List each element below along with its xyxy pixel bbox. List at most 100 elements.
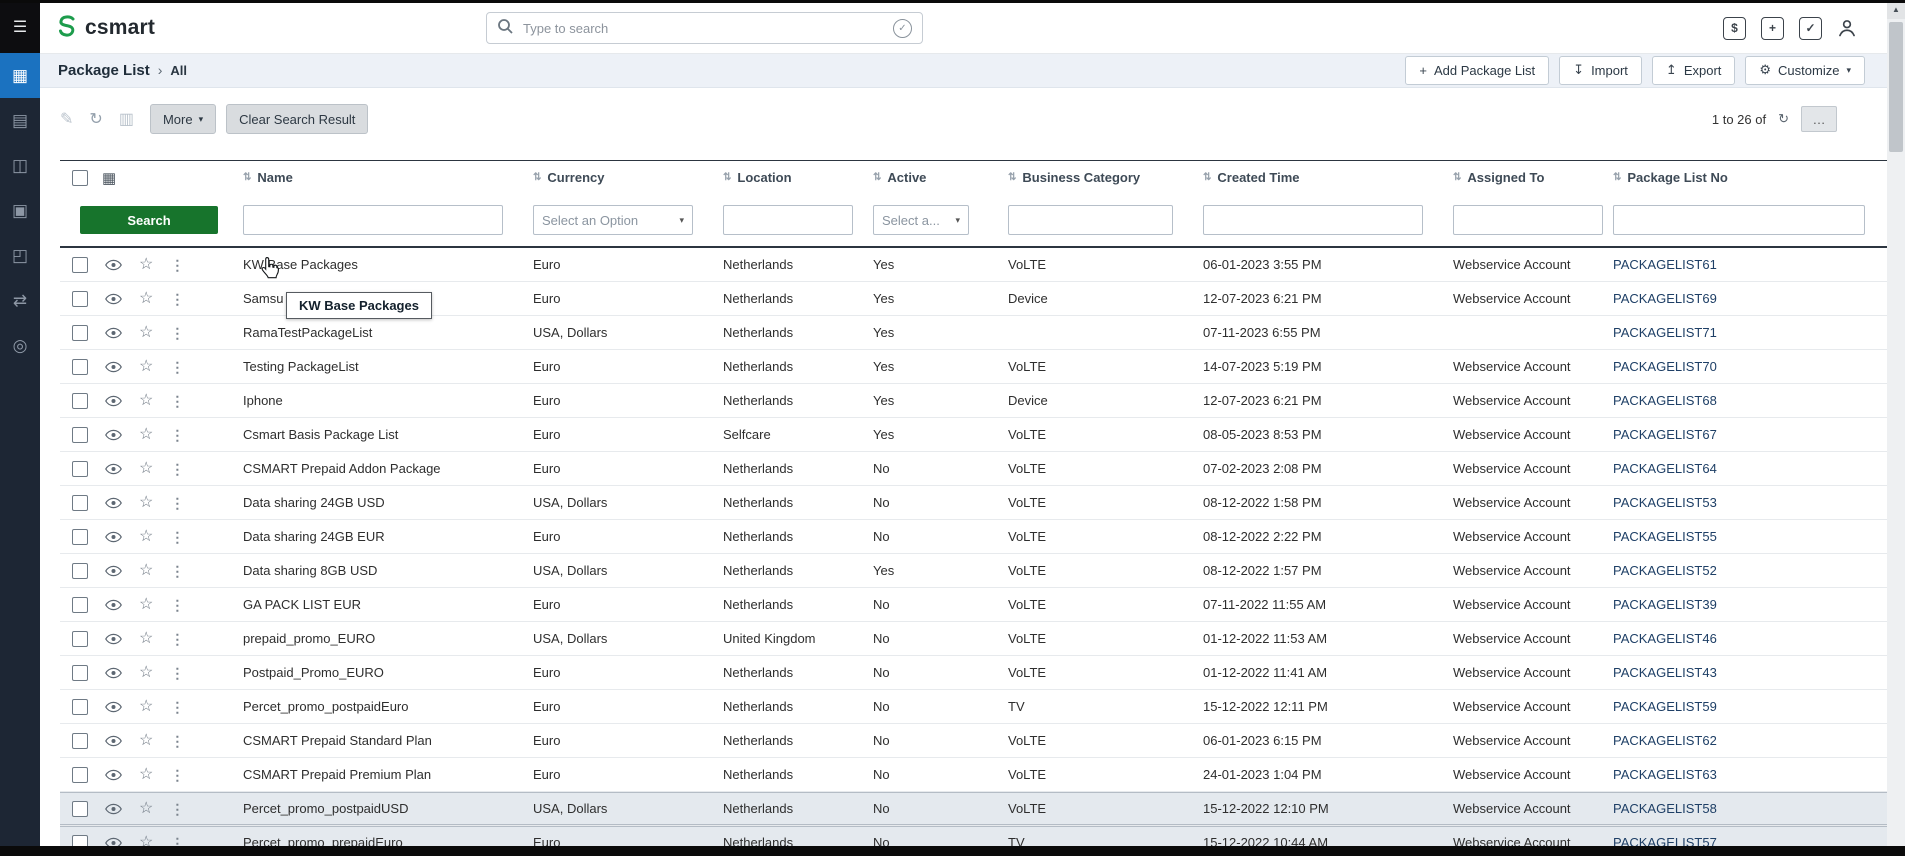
row-menu-icon[interactable]: ⋮ [170, 292, 184, 306]
view-icon[interactable] [105, 361, 122, 373]
hamburger-menu-button[interactable]: ☰ [0, 0, 40, 53]
table-row[interactable]: ☆ ⋮ Csmart Basis Package ListEuroSelfcar… [60, 418, 1887, 452]
search-scope-check-icon[interactable]: ✓ [893, 19, 912, 38]
user-profile-icon[interactable] [1837, 18, 1857, 38]
view-icon[interactable] [105, 497, 122, 509]
row-checkbox[interactable] [72, 767, 88, 783]
favorite-star-icon[interactable]: ☆ [139, 291, 153, 307]
column-header-business_category[interactable]: ⇅ Business Category [1000, 170, 1195, 185]
view-icon[interactable] [105, 735, 122, 747]
table-row[interactable]: ☆ ⋮ CSMART Prepaid Premium PlanEuroNethe… [60, 758, 1887, 792]
row-menu-icon[interactable]: ⋮ [170, 394, 184, 408]
favorite-star-icon[interactable]: ☆ [139, 597, 153, 613]
row-checkbox[interactable] [72, 631, 88, 647]
table-row[interactable]: ☆ ⋮ IphoneEuroNetherlandsYesDevice12-07-… [60, 384, 1887, 418]
panel-view-icon[interactable]: ▥ [119, 109, 134, 129]
row-checkbox[interactable] [72, 291, 88, 307]
row-menu-icon[interactable]: ⋮ [170, 836, 184, 847]
favorite-star-icon[interactable]: ☆ [139, 495, 153, 511]
more-button[interactable]: More ▾ [150, 104, 216, 134]
row-menu-icon[interactable]: ⋮ [170, 666, 184, 680]
row-checkbox[interactable] [72, 393, 88, 409]
filter-select-currency[interactable]: Select an Option ▾ [533, 205, 693, 235]
pagination-more-button[interactable]: … [1801, 106, 1837, 132]
cell-name[interactable]: Iphone [235, 393, 525, 408]
row-menu-icon[interactable]: ⋮ [170, 802, 184, 816]
sidebar-item-inventory[interactable]: ◫ [0, 143, 40, 188]
row-checkbox[interactable] [72, 461, 88, 477]
cell-name[interactable]: Data sharing 24GB USD [235, 495, 525, 510]
filter-input-package_list_no[interactable] [1613, 205, 1865, 235]
cell-name[interactable]: Percet_promo_postpaidUSD [235, 801, 525, 816]
table-row[interactable]: ☆ ⋮ KW Base PackagesEuroNetherlandsYesVo… [60, 248, 1887, 282]
favorite-star-icon[interactable]: ☆ [139, 665, 153, 681]
row-menu-icon[interactable]: ⋮ [170, 564, 184, 578]
sidebar-item-offers[interactable]: ▣ [0, 188, 40, 233]
grid-view-icon[interactable]: ▦ [102, 169, 116, 187]
favorite-star-icon[interactable]: ☆ [139, 563, 153, 579]
row-menu-icon[interactable]: ⋮ [170, 598, 184, 612]
row-menu-icon[interactable]: ⋮ [170, 326, 184, 340]
view-icon[interactable] [105, 667, 122, 679]
row-checkbox[interactable] [72, 495, 88, 511]
column-header-assigned_to[interactable]: ⇅ Assigned To [1445, 170, 1605, 185]
table-row[interactable]: ☆ ⋮ prepaid_promo_EUROUSA, DollarsUnited… [60, 622, 1887, 656]
row-checkbox[interactable] [72, 665, 88, 681]
view-icon[interactable] [105, 463, 122, 475]
view-icon[interactable] [105, 327, 122, 339]
favorite-star-icon[interactable]: ☆ [139, 835, 153, 847]
column-header-package_list_no[interactable]: ⇅ Package List No [1605, 170, 1887, 185]
table-row[interactable]: ☆ ⋮ Postpaid_Promo_EUROEuroNetherlandsNo… [60, 656, 1887, 690]
row-menu-icon[interactable]: ⋮ [170, 496, 184, 510]
row-checkbox[interactable] [72, 733, 88, 749]
tasks-icon[interactable]: ✓ [1799, 17, 1822, 40]
row-menu-icon[interactable]: ⋮ [170, 428, 184, 442]
favorite-star-icon[interactable]: ☆ [139, 733, 153, 749]
row-checkbox[interactable] [72, 801, 88, 817]
favorite-star-icon[interactable]: ☆ [139, 801, 153, 817]
view-icon[interactable] [105, 837, 122, 847]
favorite-star-icon[interactable]: ☆ [139, 529, 153, 545]
pagination-refresh-icon[interactable]: ↻ [1778, 111, 1789, 127]
favorite-star-icon[interactable]: ☆ [139, 427, 153, 443]
search-input[interactable] [521, 20, 885, 37]
row-menu-icon[interactable]: ⋮ [170, 462, 184, 476]
row-menu-icon[interactable]: ⋮ [170, 768, 184, 782]
cell-name[interactable]: Data sharing 24GB EUR [235, 529, 525, 544]
filter-select-active[interactable]: Select a... ▾ [873, 205, 969, 235]
vertical-scrollbar[interactable]: ▲ [1887, 0, 1905, 856]
add-package-list-button[interactable]: + Add Package List [1405, 56, 1549, 85]
edit-icon[interactable]: ✎ [60, 109, 73, 129]
row-checkbox[interactable] [72, 563, 88, 579]
filter-input-business_category[interactable] [1008, 205, 1173, 235]
column-header-active[interactable]: ⇅ Active [865, 170, 1000, 185]
table-row[interactable]: ☆ ⋮ Data sharing 24GB USDUSA, DollarsNet… [60, 486, 1887, 520]
sidebar-item-billing[interactable]: ▦ [0, 53, 40, 98]
row-checkbox[interactable] [72, 359, 88, 375]
favorite-star-icon[interactable]: ☆ [139, 393, 153, 409]
table-row[interactable]: ☆ ⋮ CSMART Prepaid Standard PlanEuroNeth… [60, 724, 1887, 758]
cell-name[interactable]: Testing PackageList [235, 359, 525, 374]
refresh-icon[interactable]: ↻ [89, 109, 102, 129]
table-row[interactable]: ☆ ⋮ Data sharing 24GB EUREuroNetherlands… [60, 520, 1887, 554]
cell-name[interactable]: RamaTestPackageList [235, 325, 525, 340]
view-icon[interactable] [105, 769, 122, 781]
view-icon[interactable] [105, 259, 122, 271]
view-icon[interactable] [105, 633, 122, 645]
scrollbar-thumb[interactable] [1889, 22, 1903, 152]
table-row[interactable]: ☆ ⋮ Testing PackageListEuroNetherlandsYe… [60, 350, 1887, 384]
view-icon[interactable] [105, 395, 122, 407]
cell-name[interactable]: Postpaid_Promo_EURO [235, 665, 525, 680]
filter-input-assigned_to[interactable] [1453, 205, 1603, 235]
favorite-star-icon[interactable]: ☆ [139, 699, 153, 715]
cell-name[interactable]: Percet_promo_postpaidEuro [235, 699, 525, 714]
cell-name[interactable]: CSMART Prepaid Addon Package [235, 461, 525, 476]
table-row[interactable]: ☆ ⋮ Data sharing 8GB USDUSA, DollarsNeth… [60, 554, 1887, 588]
row-menu-icon[interactable]: ⋮ [170, 360, 184, 374]
table-row[interactable]: ☆ ⋮ Percet_promo_prepaidEuroEuroNetherla… [60, 826, 1887, 846]
filter-input-location[interactable] [723, 205, 853, 235]
view-icon[interactable] [105, 701, 122, 713]
view-icon[interactable] [105, 565, 122, 577]
quick-add-icon[interactable]: + [1761, 17, 1784, 40]
column-header-currency[interactable]: ⇅ Currency [525, 170, 715, 185]
